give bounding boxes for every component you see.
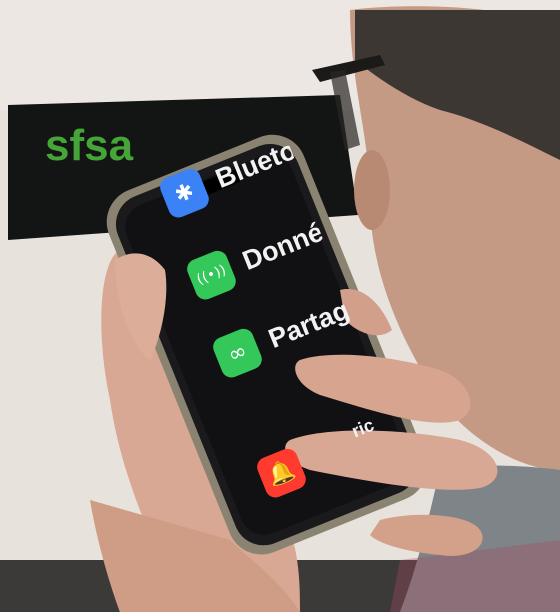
background-photo: sfsa [0, 0, 560, 612]
photo-scene: sfsa ✱ Blueto ((•)) Donné ∞ Partag 🔔 ric [0, 0, 560, 612]
sign-logo: sfsa [45, 121, 134, 170]
